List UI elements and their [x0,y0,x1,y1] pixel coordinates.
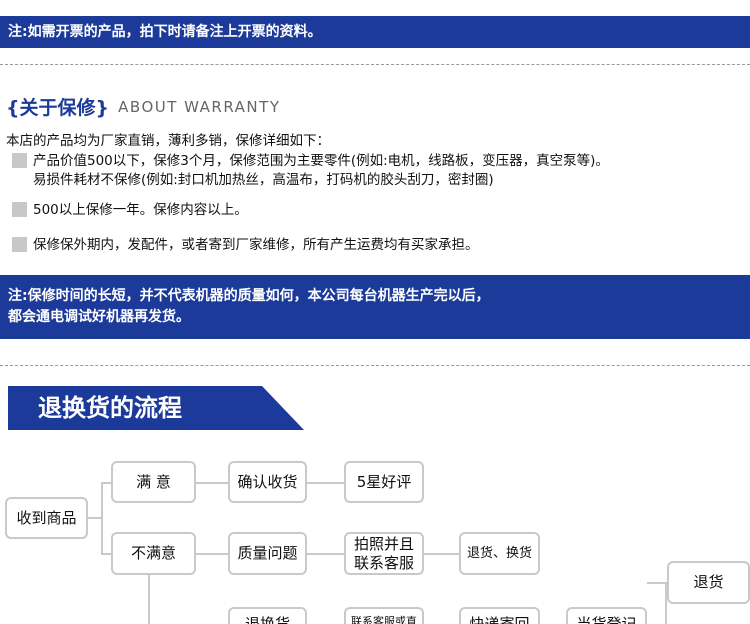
flow-node-contact-partial: 联系客服或直 [344,607,424,624]
warranty-item-text: 产品价值500以下，保修3个月，保修范围为主要零件(例如:电机，线路板，变压器，… [33,153,609,169]
flow-node-return: 退货 [667,561,750,604]
flow-node-receive: 收到商品 [5,497,88,539]
flow-node-label: 收到商品 [16,508,77,527]
connector [307,482,344,484]
flow-node-label: 快递寄回 [469,615,530,624]
connector [307,553,344,555]
flow-node-label: 当货登记 [576,615,637,624]
divider [0,64,750,65]
connector [196,553,228,555]
connector [101,553,111,555]
connector [196,482,228,484]
flow-node-return-exchange: 退货、换货 [459,532,540,575]
warranty-title-cn: {关于保修} [6,97,110,119]
bullet-square-icon [12,152,27,168]
connector [148,575,150,624]
return-flow-title: 退换货的流程 [38,394,182,422]
invoice-notice-bar: 注:如需开票的产品，拍下时请备注上开票的资料。 [0,16,750,48]
flow-node-photo-contact: 拍照并且 联系客服 [344,532,424,575]
warranty-notice-line: 注:保修时间的长短，并不代表机器的质量如何，本公司每台机器生产完以后， [8,288,490,304]
flow-node-register-partial: 当货登记 [566,607,647,624]
bullet-square-icon [12,201,27,217]
flow-node-label: 退换货 [244,615,290,624]
warranty-title-en: ABOUT WARRANTY [118,97,281,116]
flow-node-label: 确认收货 [237,472,298,491]
warranty-heading: {关于保修} ABOUT WARRANTY [6,93,280,119]
connector [101,482,103,554]
flow-node-quality-issue: 质量问题 [228,532,307,575]
connector [101,482,111,484]
warranty-item: 保修保外期内，发配件，或者寄到厂家维修，所有产生运费均有买家承担。 [12,236,479,255]
flow-node-label: 退货、换货 [466,546,532,561]
flow-node-label: 质量问题 [237,544,298,562]
warranty-notice-bar: 注:保修时间的长短，并不代表机器的质量如何，本公司每台机器生产完以后， 都会通电… [0,275,750,339]
flow-node-unsatisfied: 不满意 [111,532,196,575]
warranty-item-text: 保修保外期内，发配件，或者寄到厂家维修，所有产生运费均有买家承担。 [33,237,479,253]
flow-node-label: 5星好评 [356,472,412,491]
invoice-notice-text: 注:如需开票的产品，拍下时请备注上开票的资料。 [8,24,322,40]
flow-node-return-exchange-partial: 退换货 [228,607,307,624]
warranty-intro: 本店的产品均为厂家直销，薄利多销，保修详细如下： [6,133,330,149]
warranty-item: 产品价值500以下，保修3个月，保修范围为主要零件(例如:电机，线路板，变压器，… [12,152,609,190]
flow-node-label: 联系客服或直 [351,615,417,624]
warranty-notice-line: 都会通电调试好机器再发货。 [8,309,190,325]
connector [647,582,667,584]
connector [424,553,459,555]
flow-node-confirm-receipt: 确认收货 [228,461,307,503]
flow-node-satisfied: 满 意 [111,461,196,503]
flow-node-label: 退货 [693,573,724,591]
flow-node-label: 不满意 [130,544,176,562]
connector [88,517,102,519]
bullet-square-icon [12,236,27,252]
flow-node-ship-back-partial: 快递寄回 [459,607,540,624]
divider [0,365,750,366]
warranty-item: 500以上保修一年。保修内容以上。 [12,201,248,220]
flow-node-label: 满 意 [136,472,171,491]
warranty-item-text: 500以上保修一年。保修内容以上。 [33,202,248,218]
flow-node-five-star: 5星好评 [344,461,424,503]
flow-node-label: 拍照并且 联系客服 [353,534,414,572]
warranty-item-text: 易损件耗材不保修(例如:封口机加热丝，高温布，打码机的胶头刮刀，密封圈) [33,172,494,188]
